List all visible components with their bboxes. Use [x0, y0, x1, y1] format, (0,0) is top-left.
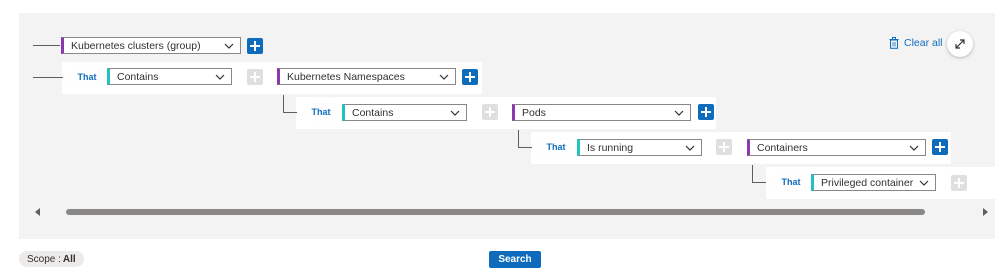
clear-all-label: Clear all [904, 37, 943, 49]
condition-dropdown-contains[interactable]: Contains [107, 68, 232, 85]
scope-label: Scope : [27, 253, 61, 265]
entity-dropdown-value: Kubernetes clusters (group) [71, 39, 201, 52]
condition-dropdown-contains[interactable]: Contains [342, 104, 467, 121]
add-condition-button[interactable] [932, 139, 948, 155]
chevron-down-icon [450, 110, 460, 116]
add-condition-button-disabled[interactable] [247, 69, 263, 85]
entity-dropdown-containers[interactable]: Containers [747, 139, 926, 156]
condition-dropdown-privileged-container[interactable]: Privileged container [811, 174, 936, 191]
chevron-down-icon [919, 180, 929, 186]
chevron-down-icon [685, 145, 695, 151]
entity-dropdown-value: Kubernetes Namespaces [287, 70, 405, 83]
trash-icon [889, 37, 899, 49]
scope-badge[interactable]: Scope : All [19, 251, 84, 267]
condition-dropdown-is-running[interactable]: Is running [577, 139, 702, 156]
chevron-down-icon [909, 145, 919, 151]
entity-dropdown-kubernetes-namespaces[interactable]: Kubernetes Namespaces [277, 68, 456, 85]
entity-dropdown-kubernetes-clusters[interactable]: Kubernetes clusters (group) [61, 37, 241, 54]
entity-dropdown-value: Pods [522, 106, 546, 119]
entity-dropdown-pods[interactable]: Pods [512, 104, 691, 121]
add-condition-button-disabled[interactable] [482, 104, 498, 120]
tree-connector-elbow [283, 95, 297, 113]
add-condition-button-disabled[interactable] [951, 175, 967, 191]
add-condition-button[interactable] [247, 38, 263, 54]
expand-button[interactable] [947, 31, 973, 57]
expand-icon [955, 39, 965, 49]
condition-dropdown-value: Contains [352, 106, 394, 119]
that-connector: That [70, 69, 104, 85]
tree-connector-elbow [518, 130, 532, 148]
that-connector: That [539, 139, 573, 155]
condition-dropdown-value: Is running [587, 141, 634, 154]
that-connector: That [774, 174, 808, 190]
add-condition-button-disabled[interactable] [716, 139, 732, 155]
horizontal-scrollbar[interactable] [35, 206, 988, 218]
scope-value: All [62, 253, 76, 265]
add-condition-button[interactable] [698, 104, 714, 120]
tree-connector-elbow [752, 165, 766, 183]
chevron-down-icon [224, 43, 234, 49]
that-connector: That [304, 104, 338, 120]
scroll-left-arrow-icon[interactable] [35, 208, 40, 216]
chevron-down-icon [674, 110, 684, 116]
add-condition-button[interactable] [462, 69, 478, 85]
clear-all-button[interactable]: Clear all [889, 37, 943, 49]
chevron-down-icon [215, 74, 225, 80]
entity-dropdown-value: Containers [757, 141, 808, 154]
scrollbar-thumb[interactable] [66, 209, 925, 215]
condition-dropdown-value: Contains [117, 70, 159, 83]
condition-dropdown-value: Privileged container [821, 176, 914, 189]
tree-connector-line [33, 77, 63, 78]
tree-connector-line [33, 45, 60, 46]
scroll-right-arrow-icon[interactable] [983, 208, 988, 216]
chevron-down-icon [439, 74, 449, 80]
search-button[interactable]: Search [489, 251, 541, 268]
